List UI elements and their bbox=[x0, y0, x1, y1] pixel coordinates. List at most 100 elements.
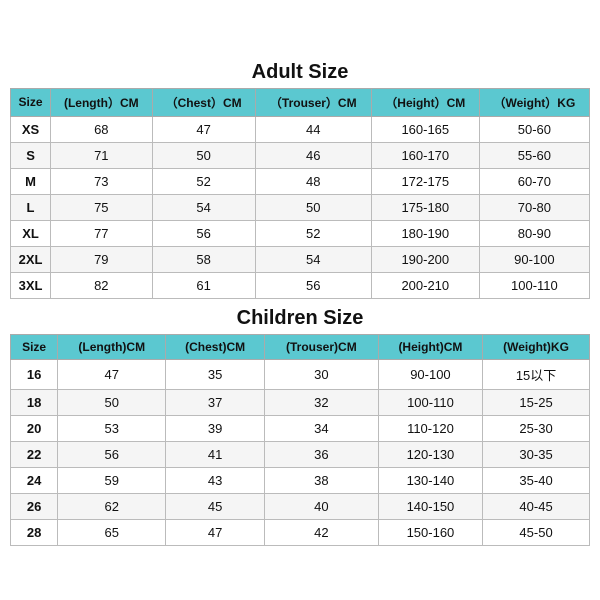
adult-table-row: M735248172-17560-70 bbox=[11, 168, 590, 194]
adult-table-cell: 61 bbox=[152, 272, 255, 298]
children-table-cell: 24 bbox=[11, 467, 58, 493]
children-table-cell: 40 bbox=[264, 493, 378, 519]
adult-table-cell: 90-100 bbox=[479, 246, 589, 272]
adult-table-cell: XS bbox=[11, 116, 51, 142]
adult-table-row: XS684744160-16550-60 bbox=[11, 116, 590, 142]
children-table-cell: 34 bbox=[264, 415, 378, 441]
children-table-cell: 15以下 bbox=[483, 359, 590, 389]
adult-table-cell: 3XL bbox=[11, 272, 51, 298]
children-table-cell: 25-30 bbox=[483, 415, 590, 441]
adult-table-cell: 58 bbox=[152, 246, 255, 272]
adult-table-cell: 75 bbox=[51, 194, 153, 220]
adult-table-cell: 50 bbox=[152, 142, 255, 168]
children-table-cell: 65 bbox=[58, 519, 166, 545]
adult-table-cell: 54 bbox=[255, 246, 371, 272]
adult-table-cell: XL bbox=[11, 220, 51, 246]
adult-table-cell: 48 bbox=[255, 168, 371, 194]
children-table-row: 28654742150-16045-50 bbox=[11, 519, 590, 545]
adult-table-cell: 200-210 bbox=[371, 272, 479, 298]
children-table-cell: 47 bbox=[58, 359, 166, 389]
adult-table-cell: 50 bbox=[255, 194, 371, 220]
adult-header-cell: Size bbox=[11, 88, 51, 116]
children-table-row: 18503732100-11015-25 bbox=[11, 389, 590, 415]
children-size-table: Size(Length)CM(Chest)CM(Trouser)CM(Heigh… bbox=[10, 334, 590, 546]
children-header-cell: (Trouser)CM bbox=[264, 334, 378, 359]
adult-table-row: 3XL826156200-210100-110 bbox=[11, 272, 590, 298]
adult-table-cell: 190-200 bbox=[371, 246, 479, 272]
children-table-cell: 150-160 bbox=[378, 519, 482, 545]
children-table-cell: 42 bbox=[264, 519, 378, 545]
adult-table-cell: 68 bbox=[51, 116, 153, 142]
children-table-cell: 30-35 bbox=[483, 441, 590, 467]
children-table-cell: 35 bbox=[166, 359, 265, 389]
adult-table-row: L755450175-18070-80 bbox=[11, 194, 590, 220]
adult-size-title: Adult Size bbox=[10, 55, 590, 88]
children-table-cell: 36 bbox=[264, 441, 378, 467]
adult-table-row: 2XL795854190-20090-100 bbox=[11, 246, 590, 272]
adult-header-cell: （Height）CM bbox=[371, 88, 479, 116]
children-table-cell: 59 bbox=[58, 467, 166, 493]
adult-table-cell: 160-170 bbox=[371, 142, 479, 168]
children-table-row: 26624540140-15040-45 bbox=[11, 493, 590, 519]
children-header-cell: Size bbox=[11, 334, 58, 359]
adult-table-cell: 180-190 bbox=[371, 220, 479, 246]
adult-table-cell: 73 bbox=[51, 168, 153, 194]
adult-table-cell: 80-90 bbox=[479, 220, 589, 246]
adult-header-cell: (Length）CM bbox=[51, 88, 153, 116]
children-table-cell: 41 bbox=[166, 441, 265, 467]
adult-table-cell: 44 bbox=[255, 116, 371, 142]
adult-table-cell: L bbox=[11, 194, 51, 220]
adult-table-cell: 56 bbox=[152, 220, 255, 246]
adult-table-cell: 56 bbox=[255, 272, 371, 298]
adult-table-cell: 175-180 bbox=[371, 194, 479, 220]
adult-table-cell: 82 bbox=[51, 272, 153, 298]
adult-table-cell: 79 bbox=[51, 246, 153, 272]
children-table-cell: 32 bbox=[264, 389, 378, 415]
children-table-cell: 45 bbox=[166, 493, 265, 519]
adult-table-cell: 50-60 bbox=[479, 116, 589, 142]
adult-table-cell: 70-80 bbox=[479, 194, 589, 220]
children-table-cell: 38 bbox=[264, 467, 378, 493]
adult-table-cell: 47 bbox=[152, 116, 255, 142]
children-table-cell: 28 bbox=[11, 519, 58, 545]
children-table-cell: 16 bbox=[11, 359, 58, 389]
adult-table-cell: M bbox=[11, 168, 51, 194]
adult-table-cell: 60-70 bbox=[479, 168, 589, 194]
children-table-cell: 120-130 bbox=[378, 441, 482, 467]
adult-header-cell: （Weight）KG bbox=[479, 88, 589, 116]
children-table-cell: 20 bbox=[11, 415, 58, 441]
children-table-cell: 39 bbox=[166, 415, 265, 441]
children-table-cell: 56 bbox=[58, 441, 166, 467]
children-table-cell: 110-120 bbox=[378, 415, 482, 441]
children-table-row: 1647353090-10015以下 bbox=[11, 359, 590, 389]
children-table-cell: 53 bbox=[58, 415, 166, 441]
children-table-cell: 140-150 bbox=[378, 493, 482, 519]
adult-table-cell: 46 bbox=[255, 142, 371, 168]
adult-header-cell: （Chest）CM bbox=[152, 88, 255, 116]
adult-table-cell: 100-110 bbox=[479, 272, 589, 298]
children-table-cell: 40-45 bbox=[483, 493, 590, 519]
adult-table-cell: 52 bbox=[152, 168, 255, 194]
children-table-cell: 37 bbox=[166, 389, 265, 415]
children-header-cell: (Length)CM bbox=[58, 334, 166, 359]
children-table-cell: 45-50 bbox=[483, 519, 590, 545]
children-table-cell: 26 bbox=[11, 493, 58, 519]
adult-table-cell: 55-60 bbox=[479, 142, 589, 168]
children-table-cell: 18 bbox=[11, 389, 58, 415]
children-table-row: 24594338130-14035-40 bbox=[11, 467, 590, 493]
adult-table-cell: S bbox=[11, 142, 51, 168]
children-table-cell: 30 bbox=[264, 359, 378, 389]
adult-header-cell: （Trouser）CM bbox=[255, 88, 371, 116]
adult-table-row: S715046160-17055-60 bbox=[11, 142, 590, 168]
children-table-cell: 130-140 bbox=[378, 467, 482, 493]
children-table-cell: 90-100 bbox=[378, 359, 482, 389]
size-chart-container: Adult Size Size(Length）CM（Chest）CM（Trous… bbox=[10, 55, 590, 546]
children-table-cell: 15-25 bbox=[483, 389, 590, 415]
children-header-cell: (Weight)KG bbox=[483, 334, 590, 359]
children-table-row: 22564136120-13030-35 bbox=[11, 441, 590, 467]
children-header-cell: (Chest)CM bbox=[166, 334, 265, 359]
children-size-title: Children Size bbox=[10, 299, 590, 334]
children-table-cell: 43 bbox=[166, 467, 265, 493]
children-table-cell: 50 bbox=[58, 389, 166, 415]
adult-table-cell: 2XL bbox=[11, 246, 51, 272]
